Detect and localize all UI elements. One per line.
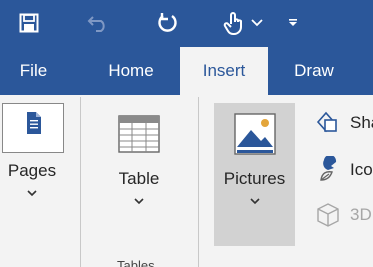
- shapes-icon: [316, 111, 337, 133]
- ribbon-tabs: File Home Insert Draw: [0, 47, 373, 95]
- pages-button[interactable]: Pages: [0, 103, 66, 203]
- icons-label: Ico: [350, 160, 373, 179]
- table-label: Table: [118, 169, 160, 188]
- tab-draw[interactable]: Draw: [278, 47, 350, 95]
- customize-dropdown-icon: [289, 19, 297, 26]
- tab-home[interactable]: Home: [90, 47, 172, 95]
- group-separator: [80, 97, 81, 267]
- undo-button[interactable]: [84, 10, 114, 36]
- 3d-models-button[interactable]: 3D: [314, 202, 372, 228]
- tables-group-label: Tables: [117, 258, 155, 267]
- save-button[interactable]: [14, 10, 44, 36]
- customize-toolbar-button[interactable]: [284, 13, 302, 33]
- tab-file[interactable]: File: [0, 47, 67, 95]
- icons-button[interactable]: Ico: [314, 156, 373, 183]
- 3d-models-icon: [317, 203, 339, 227]
- pictures-label: Pictures: [223, 169, 286, 188]
- chevron-down-icon: [27, 190, 37, 197]
- pages-label: Pages: [7, 161, 57, 180]
- pictures-button[interactable]: Pictures: [214, 103, 295, 246]
- chevron-down-icon: [250, 198, 260, 205]
- group-separator: [198, 97, 199, 267]
- quick-access-toolbar: [0, 0, 373, 47]
- touch-mode-button[interactable]: [218, 8, 268, 38]
- 3d-models-label: 3D: [350, 205, 372, 224]
- table-button[interactable]: Table: [100, 103, 178, 213]
- page-icon: [2, 103, 64, 153]
- redo-icon: [158, 13, 177, 32]
- save-icon: [19, 13, 39, 33]
- touch-icon: [223, 12, 242, 35]
- picture-icon: [234, 113, 276, 155]
- icons-icon: [320, 156, 337, 181]
- undo-icon: [87, 16, 105, 32]
- table-icon: [118, 115, 160, 153]
- tab-insert[interactable]: Insert: [180, 47, 268, 95]
- redo-button[interactable]: [153, 9, 183, 37]
- chevron-down-icon: [134, 198, 144, 205]
- chevron-down-icon: [251, 19, 263, 27]
- shapes-label: Sha: [350, 113, 373, 132]
- shapes-button[interactable]: Sha: [314, 110, 373, 136]
